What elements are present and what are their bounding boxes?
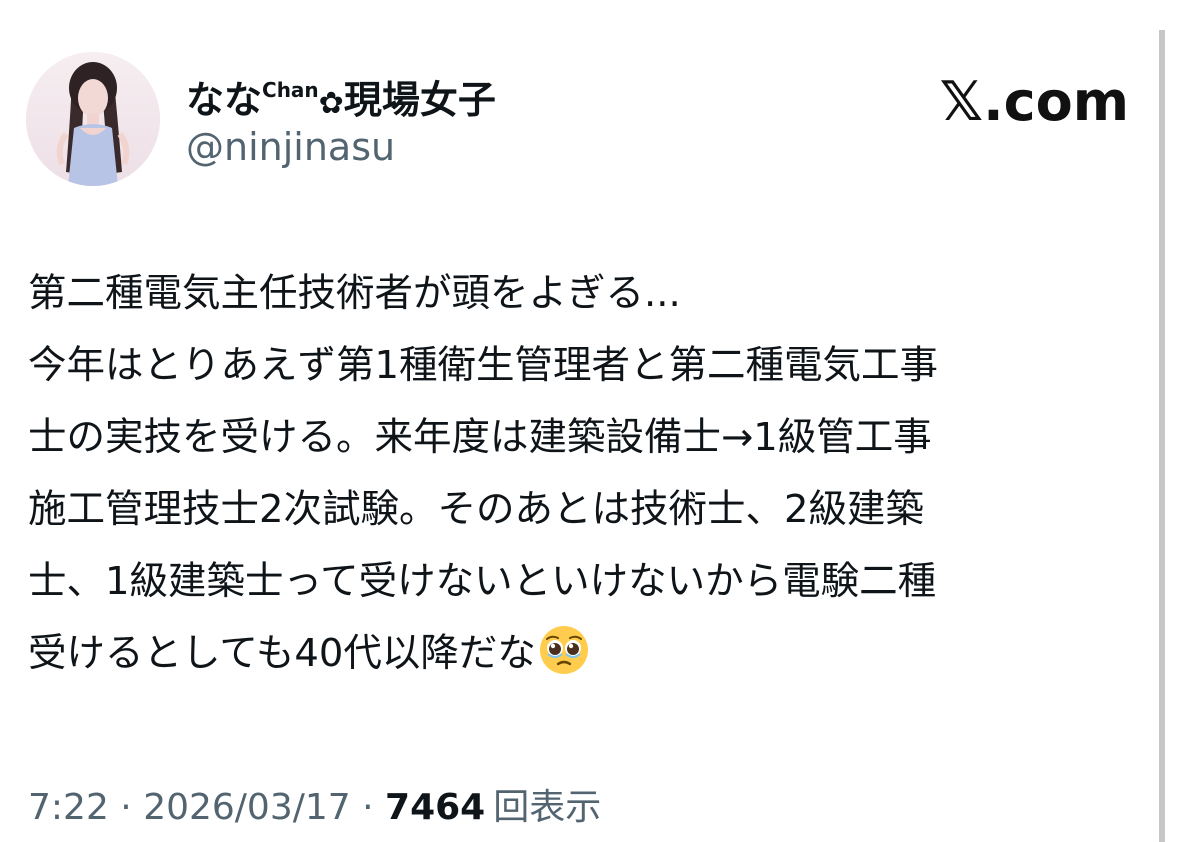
pleading-face-emoji-icon [539, 626, 588, 674]
views-count: 7464 [385, 787, 486, 828]
tweet-date[interactable]: 2026/03/17 [143, 787, 351, 828]
meta-separator: · [108, 787, 144, 828]
tweet-meta: 7:22 · 2026/03/17 · 7464 回表示 [28, 780, 601, 836]
views-label: 回表示 [493, 787, 602, 828]
scrollbar[interactable] [1159, 30, 1165, 842]
author-handle[interactable]: @ninjinasu [186, 122, 395, 172]
tweet-line-text: 受けるとしても40代以降だな [28, 631, 536, 676]
profile-photo-icon [26, 52, 160, 186]
avatar[interactable] [26, 52, 160, 186]
meta-separator: · [350, 787, 386, 828]
flower-icon: ✿ [318, 86, 344, 121]
author-display-name[interactable]: ななChan✿現場女子 [186, 64, 496, 130]
tweet-line: 施工管理技士2次試験。そのあとは技術士、2級建築 [28, 487, 924, 532]
display-name-text: なな [186, 78, 263, 122]
display-name-suffix: 現場女子 [343, 78, 496, 122]
tweet-line: 今年はとりあえず第1種衛生管理者と第二種電気工事 [28, 343, 938, 388]
tweet-line-last: 受けるとしても40代以降だな [28, 618, 1148, 690]
tweet-text: 第二種電気主任技術者が頭をよぎる... 今年はとりあえず第1種衛生管理者と第二種… [28, 258, 1148, 690]
tweet-line: 第二種電気主任技術者が頭をよぎる... [28, 271, 681, 316]
tweet-line: 士、1級建築士って受けないといけないから電験二種 [28, 559, 937, 604]
tweet-line: 士の実技を受ける。来年度は建築設備士→1級管工事 [28, 415, 932, 460]
display-name-superscript: Chan [262, 78, 319, 102]
x-logo: 𝕏.com [939, 70, 1129, 133]
tweet-time[interactable]: 7:22 [28, 787, 109, 828]
